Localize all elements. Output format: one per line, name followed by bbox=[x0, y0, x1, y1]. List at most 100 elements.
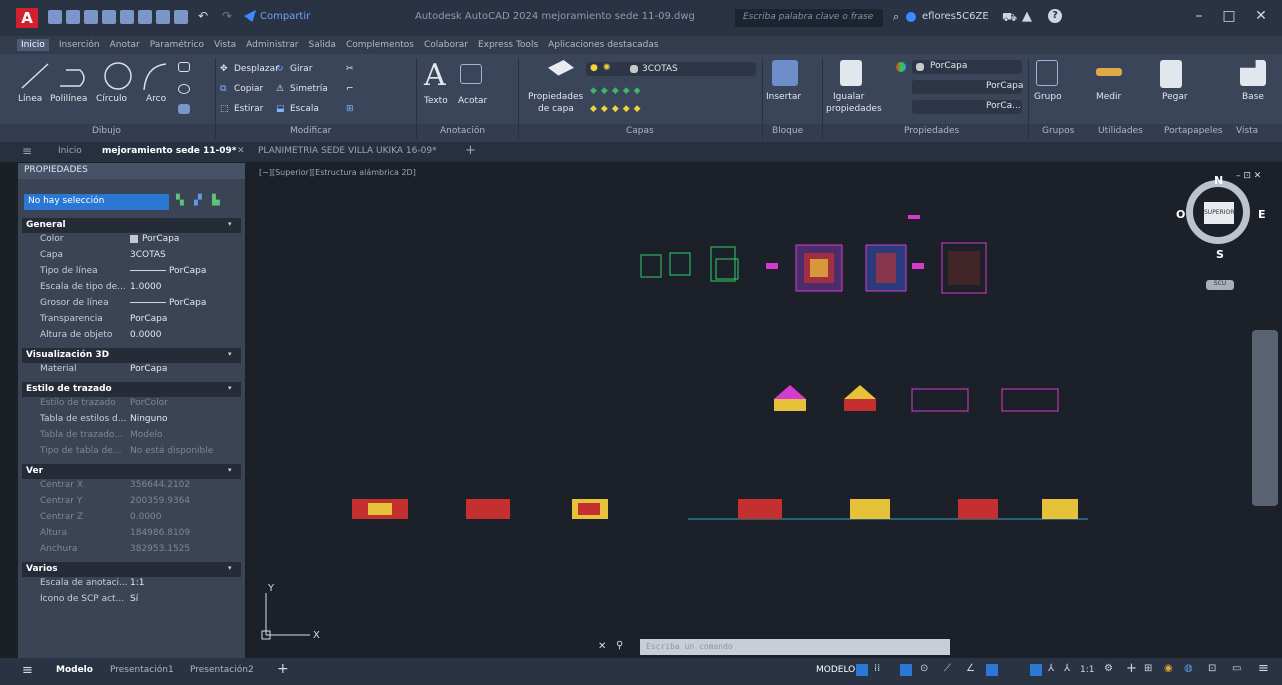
autodesk-logo-icon[interactable]: ▲ bbox=[1022, 9, 1032, 24]
close-icon[interactable]: ✕ bbox=[1252, 8, 1270, 26]
open-web-icon[interactable] bbox=[120, 10, 134, 24]
new-file-icon[interactable] bbox=[48, 10, 62, 24]
annotation-autoscale-icon[interactable]: ⅄ bbox=[1064, 663, 1070, 674]
doc-tab-close-icon[interactable]: ✕ bbox=[237, 146, 245, 156]
search-icon[interactable]: ⌕ bbox=[893, 10, 899, 24]
panel-propiedades[interactable]: Propiedades bbox=[904, 126, 959, 136]
fillet-icon[interactable]: ⌐ bbox=[346, 84, 354, 94]
minimize-icon[interactable]: – bbox=[1190, 8, 1208, 26]
doc-tab-mejoramiento[interactable]: mejoramiento sede 11-09* bbox=[102, 146, 237, 156]
ortho-icon[interactable] bbox=[900, 664, 912, 676]
array-icon[interactable]: ⊞ bbox=[346, 104, 354, 114]
undo-icon[interactable]: ↶ bbox=[198, 9, 208, 23]
property-row[interactable]: Centrar Y 200359.9364 bbox=[24, 496, 239, 512]
property-row[interactable]: Icono de SCP act... Sí bbox=[24, 594, 239, 610]
layer-tools-icons-2[interactable]: ◆◆◆◆◆ bbox=[590, 104, 645, 114]
section-1[interactable]: Visualización 3D bbox=[22, 348, 241, 363]
toggle-pickadd-icon[interactable]: ▚ bbox=[176, 195, 184, 206]
panel-anotacion[interactable]: Anotación bbox=[440, 126, 485, 136]
osnap-icon[interactable] bbox=[986, 664, 998, 676]
layouts-menu-icon[interactable]: ≡ bbox=[22, 663, 33, 678]
tab-salida[interactable]: Salida bbox=[308, 40, 335, 50]
tab-insercion[interactable]: Inserción bbox=[59, 40, 100, 50]
tab-express-tools[interactable]: Express Tools bbox=[478, 40, 538, 50]
save-web-icon[interactable] bbox=[138, 10, 152, 24]
polar-icon[interactable]: ⊙ bbox=[920, 663, 928, 674]
linea-button[interactable]: Línea bbox=[18, 94, 42, 104]
save-icon[interactable] bbox=[84, 10, 98, 24]
tab-presentacion2[interactable]: Presentación2 bbox=[190, 665, 254, 675]
compass-s[interactable]: S bbox=[1216, 248, 1224, 261]
property-row[interactable]: Tipo de tabla de... No está disponible bbox=[24, 446, 239, 462]
grupo-button[interactable]: Grupo bbox=[1034, 92, 1062, 102]
medir-button[interactable]: Medir bbox=[1096, 92, 1121, 102]
panel-vista[interactable]: Vista bbox=[1236, 126, 1258, 136]
tab-complementos[interactable]: Complementos bbox=[346, 40, 414, 50]
tab-administrar[interactable]: Administrar bbox=[246, 40, 298, 50]
print-icon[interactable] bbox=[174, 10, 188, 24]
property-row[interactable]: Grosor de línea PorCapa bbox=[24, 298, 239, 314]
acotar-button[interactable]: Acotar bbox=[458, 96, 487, 106]
estirar-button[interactable]: Estirar bbox=[234, 104, 263, 114]
property-row[interactable]: Altura 184986.8109 bbox=[24, 528, 239, 544]
panel-dibujo[interactable]: Dibujo bbox=[92, 126, 121, 136]
property-row[interactable]: Transparencia PorCapa bbox=[24, 314, 239, 330]
app-menu-button[interactable]: A bbox=[16, 8, 38, 28]
wcs-menu[interactable]: SCU bbox=[1206, 280, 1234, 290]
polilinea-button[interactable]: Polilínea bbox=[50, 94, 87, 104]
property-row[interactable]: Escala de anotaci... 1:1 bbox=[24, 578, 239, 594]
tab-colaborar[interactable]: Colaborar bbox=[424, 40, 468, 50]
panel-utilidades[interactable]: Utilidades bbox=[1098, 126, 1143, 136]
simetria-button[interactable]: Simetría bbox=[290, 84, 328, 94]
propiedades-capa-button[interactable]: Propiedades bbox=[528, 92, 583, 102]
annotation-visibility-icon[interactable]: ⅄ bbox=[1048, 663, 1054, 674]
workspace-gear-icon[interactable]: ⚙ bbox=[1104, 663, 1113, 674]
section-2[interactable]: Estilo de trazado bbox=[22, 382, 241, 397]
escala-button[interactable]: Escala bbox=[290, 104, 319, 114]
rectangle-icon[interactable] bbox=[178, 62, 190, 72]
hamburger-menu-icon[interactable]: ≡ bbox=[22, 144, 32, 158]
maximize-icon[interactable]: □ bbox=[1220, 8, 1238, 26]
property-row[interactable]: Material PorCapa bbox=[24, 364, 239, 380]
osnap-tracking-icon[interactable]: ∠ bbox=[966, 663, 975, 674]
plot-icon[interactable] bbox=[156, 10, 170, 24]
command-customize-icon[interactable]: ⚲ bbox=[616, 640, 623, 651]
panel-portapapeles[interactable]: Portapapeles bbox=[1164, 126, 1223, 136]
compass-n[interactable]: N bbox=[1214, 174, 1223, 187]
copiar-button[interactable]: Copiar bbox=[234, 84, 263, 94]
redo-icon[interactable]: ↷ bbox=[222, 9, 232, 23]
tab-parametrico[interactable]: Paramétrico bbox=[150, 40, 204, 50]
clean-screen-icon[interactable]: ▭ bbox=[1232, 663, 1241, 674]
add-layout-icon[interactable]: + bbox=[277, 661, 289, 677]
compass-e[interactable]: E bbox=[1258, 208, 1266, 221]
property-row[interactable]: Escala de tipo de... 1.0000 bbox=[24, 282, 239, 298]
pegar-button[interactable]: Pegar bbox=[1162, 92, 1188, 102]
navigation-bar[interactable] bbox=[1252, 330, 1278, 506]
panel-bloque[interactable]: Bloque bbox=[772, 126, 803, 136]
panel-grupos[interactable]: Grupos bbox=[1042, 126, 1074, 136]
open-file-icon[interactable] bbox=[66, 10, 80, 24]
tab-vista[interactable]: Vista bbox=[214, 40, 236, 50]
doc-tab-planimetria[interactable]: PLANIMETRIA SEDE VILLA UKIKA 16-09* bbox=[258, 146, 437, 156]
customize-status-icon[interactable]: ≡ bbox=[1258, 661, 1269, 676]
tab-aplicaciones-destacadas[interactable]: Aplicaciones destacadas bbox=[548, 40, 658, 50]
tab-anotar[interactable]: Anotar bbox=[110, 40, 140, 50]
viewcube-face[interactable]: SUPERIOR bbox=[1204, 202, 1234, 224]
property-row[interactable]: Altura de objeto 0.0000 bbox=[24, 330, 239, 346]
annotation-monitor-icon[interactable]: + bbox=[1126, 661, 1137, 676]
collapse-chevron-icon[interactable]: ▾ bbox=[228, 350, 232, 358]
property-row[interactable]: Color PorCapa bbox=[24, 234, 239, 250]
tab-modelo[interactable]: Modelo bbox=[56, 665, 93, 675]
lineweight-icon[interactable] bbox=[1030, 664, 1042, 676]
annotation-scale[interactable]: 1:1 bbox=[1080, 665, 1094, 675]
model-space-button[interactable]: MODELO bbox=[816, 665, 855, 675]
snap-icon[interactable]: ⁞⁞ bbox=[874, 663, 880, 674]
property-row[interactable]: Tipo de línea PorCapa bbox=[24, 266, 239, 282]
command-input[interactable]: Escriba un comando bbox=[640, 639, 950, 655]
section-3[interactable]: Ver bbox=[22, 464, 241, 479]
property-row[interactable]: Capa 3COTAS bbox=[24, 250, 239, 266]
texto-button[interactable]: Texto bbox=[424, 96, 448, 106]
girar-button[interactable]: Girar bbox=[290, 64, 312, 74]
doc-tab-inicio[interactable]: Inicio bbox=[58, 146, 82, 156]
viewport-restore-icon[interactable]: – ⊡ ✕ bbox=[1236, 171, 1261, 181]
